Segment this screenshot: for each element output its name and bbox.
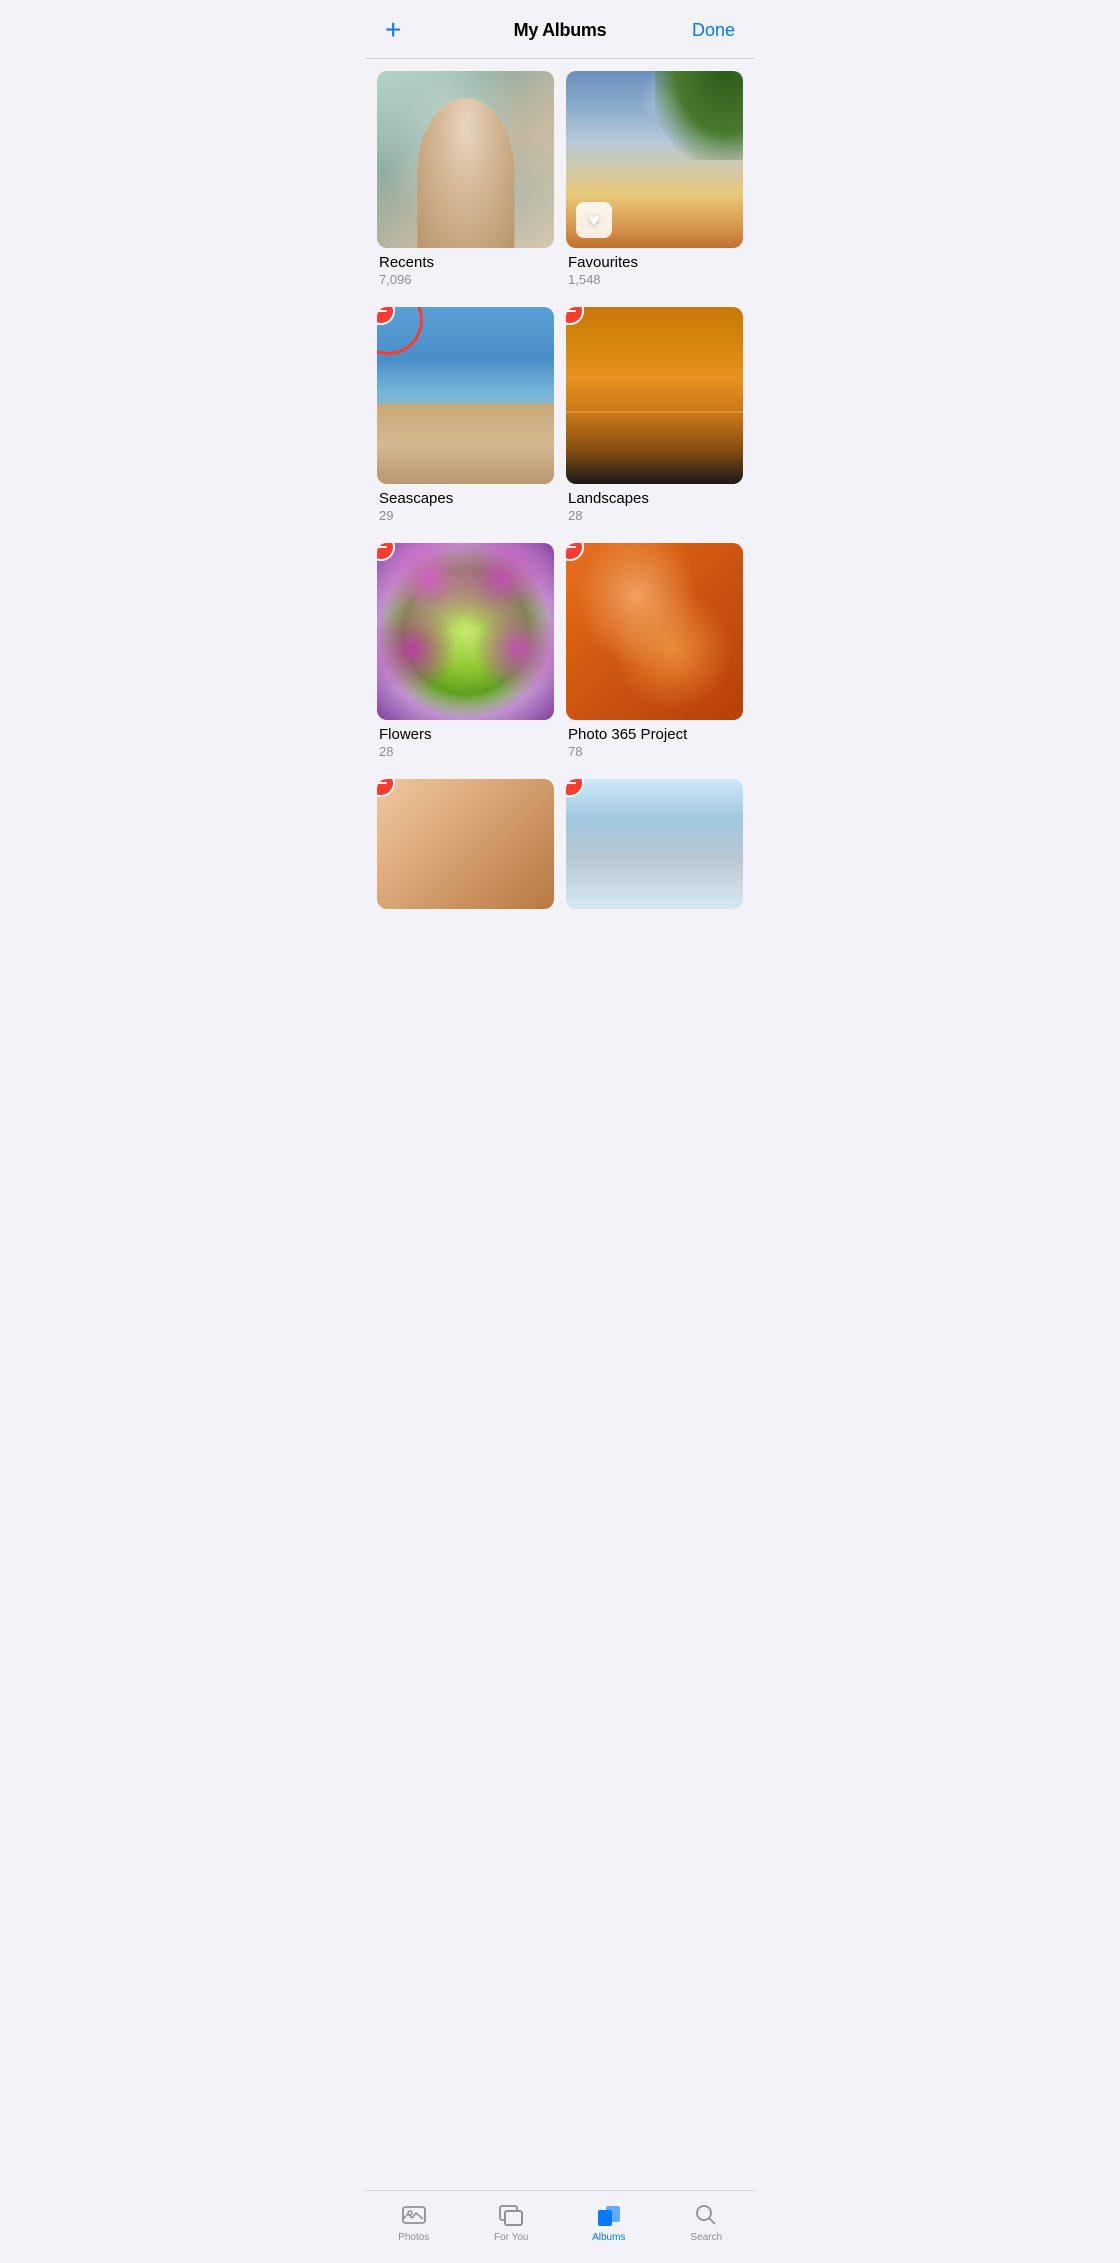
album-label-flowers: Flowers 28 — [377, 726, 554, 759]
album-item-seascapes[interactable]: Seascapes 29 — [377, 307, 554, 523]
album-thumbnail-landscapes — [566, 307, 743, 484]
tab-label-for-you: For You — [494, 2232, 528, 2243]
albums-icon — [595, 2201, 623, 2229]
album-count-recents: 7,096 — [379, 272, 552, 287]
album-thumbnail-flowers — [377, 543, 554, 720]
album-name-recents: Recents — [379, 254, 552, 271]
album-count-landscapes: 28 — [568, 508, 741, 523]
tab-bar: Photos For You Albums S — [365, 2190, 755, 2263]
album-label-recents: Recents 7,096 — [377, 254, 554, 287]
tab-for-you[interactable]: For You — [463, 2199, 561, 2243]
heart-badge-favourites: ♥ — [576, 202, 612, 238]
for-you-icon — [497, 2201, 525, 2229]
album-count-favourites: 1,548 — [568, 272, 741, 287]
album-item-photo365[interactable]: Photo 365 Project 78 — [566, 543, 743, 759]
album-label-photo365: Photo 365 Project 78 — [566, 726, 743, 759]
tab-search[interactable]: Search — [658, 2199, 756, 2243]
album-label-favourites: Favourites 1,548 — [566, 254, 743, 287]
tab-label-albums: Albums — [592, 2232, 625, 2243]
delete-button-seascapes[interactable] — [377, 307, 395, 325]
album-count-seascapes: 29 — [379, 508, 552, 523]
album-thumbnail-partial-right — [566, 779, 743, 909]
tab-label-photos: Photos — [398, 2232, 429, 2243]
album-thumbnail-recents — [377, 71, 554, 248]
add-button[interactable]: + — [385, 16, 429, 44]
tab-label-search: Search — [690, 2232, 722, 2243]
albums-grid: Recents 7,096 ♥ Favourites 1,548 Seascap… — [365, 59, 755, 909]
page-title: My Albums — [514, 20, 607, 41]
album-item-partial-right[interactable] — [566, 779, 743, 909]
delete-button-partial-left[interactable] — [377, 779, 395, 797]
tab-photos[interactable]: Photos — [365, 2199, 463, 2243]
tab-albums[interactable]: Albums — [560, 2199, 658, 2243]
album-name-landscapes: Landscapes — [568, 490, 741, 507]
done-button[interactable]: Done — [691, 20, 735, 41]
album-item-partial-left[interactable] — [377, 779, 554, 909]
album-name-favourites: Favourites — [568, 254, 741, 271]
album-item-flowers[interactable]: Flowers 28 — [377, 543, 554, 759]
album-label-seascapes: Seascapes 29 — [377, 490, 554, 523]
album-count-flowers: 28 — [379, 744, 552, 759]
album-thumbnail-photo365 — [566, 543, 743, 720]
photos-icon — [400, 2201, 428, 2229]
album-thumbnail-seascapes — [377, 307, 554, 484]
album-name-photo365: Photo 365 Project — [568, 726, 741, 743]
delete-button-landscapes[interactable] — [566, 307, 584, 325]
header: + My Albums Done — [365, 0, 755, 59]
album-thumbnail-favourites: ♥ — [566, 71, 743, 248]
album-item-landscapes[interactable]: Landscapes 28 — [566, 307, 743, 523]
album-thumbnail-partial-left — [377, 779, 554, 909]
album-count-photo365: 78 — [568, 744, 741, 759]
search-icon — [692, 2201, 720, 2229]
album-label-landscapes: Landscapes 28 — [566, 490, 743, 523]
album-name-flowers: Flowers — [379, 726, 552, 743]
album-name-seascapes: Seascapes — [379, 490, 552, 507]
delete-button-flowers[interactable] — [377, 543, 395, 561]
album-item-favourites[interactable]: ♥ Favourites 1,548 — [566, 71, 743, 287]
delete-button-partial-right[interactable] — [566, 779, 584, 797]
delete-button-photo365[interactable] — [566, 543, 584, 561]
album-item-recents[interactable]: Recents 7,096 — [377, 71, 554, 287]
heart-icon: ♥ — [589, 210, 600, 231]
